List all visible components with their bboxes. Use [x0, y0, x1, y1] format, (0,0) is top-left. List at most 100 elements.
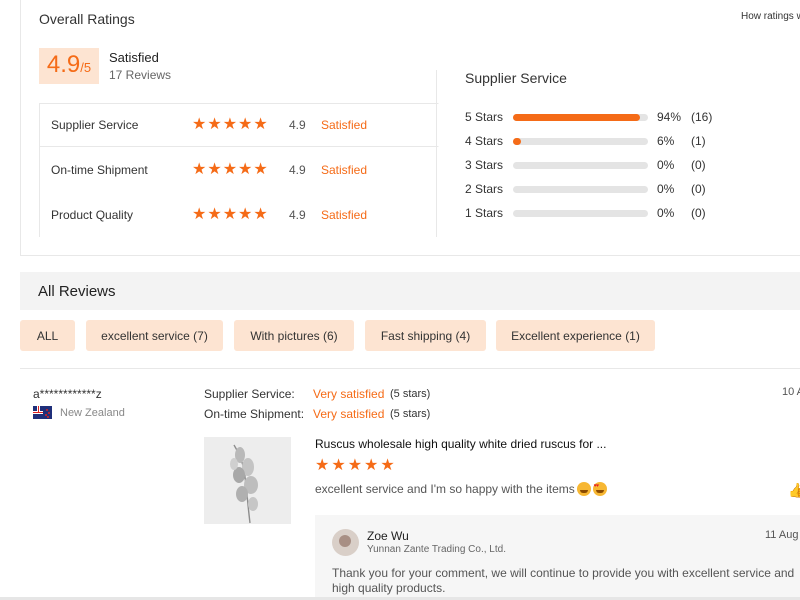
distribution-bar-track [513, 162, 648, 169]
metric-label: On-time Shipment [51, 163, 148, 177]
distribution-bar-track [513, 210, 648, 217]
filter-excellent-service[interactable]: excellent service (7) [86, 320, 223, 351]
distribution-row-3: 3 Stars 0% (0) [465, 158, 745, 174]
reply-text: Thank you for your comment, we will cont… [332, 566, 795, 595]
star-icon: ★ [253, 116, 268, 133]
distribution-percent: 0% [657, 182, 675, 196]
all-reviews-header: All Reviews [20, 272, 800, 310]
product-title[interactable]: Ruscus wholesale high quality white drie… [315, 437, 606, 451]
star-icon: ★ [253, 161, 268, 178]
review-meta-label: Supplier Service: [204, 387, 295, 401]
overall-score: 4.9 [46, 51, 81, 78]
distribution-count: (0) [691, 206, 706, 220]
reply-company: Yunnan Zante Trading Co., Ltd. [367, 544, 506, 555]
filter-excellent-experience[interactable]: Excellent experience (1) [496, 320, 655, 351]
distribution-title: Supplier Service [465, 70, 567, 86]
metric-stars: ★ ★ ★ ★ ★ [192, 117, 268, 133]
distribution-count: (0) [691, 182, 706, 196]
metric-status: Satisfied [321, 208, 368, 222]
thumbs-up-icon[interactable]: 👍 [788, 482, 800, 499]
review-meta-stars: (5 stars) [390, 408, 431, 420]
metric-row-product-quality[interactable]: Product Quality ★ ★ ★ ★ ★ 4.9 Satisfied [40, 193, 439, 237]
filter-all[interactable]: ALL [20, 320, 75, 351]
star-icon: ★ [238, 206, 253, 223]
rating-metrics: Supplier Service ★ ★ ★ ★ ★ 4.9 Satisfied On-… [39, 103, 439, 237]
review-meta-value: Very satisfied [313, 387, 385, 401]
reviewer-name: a************z [33, 387, 102, 401]
star-icon: ★ [253, 206, 268, 223]
product-thumbnail[interactable] [204, 437, 291, 524]
star-icon: ★ [222, 161, 238, 178]
review-date: 10 A [782, 386, 800, 398]
how-ratings-link[interactable]: How ratings w [741, 11, 800, 22]
overall-ratings-card: Overall Ratings How ratings w 4.9/5 Sati… [20, 0, 800, 256]
heart-eyes-face-icon [592, 482, 607, 496]
metric-value: 4.9 [289, 118, 306, 132]
distribution-label: 5 Stars [465, 110, 504, 124]
country-name: New Zealand [60, 406, 125, 419]
star-icon: ★ [331, 457, 346, 474]
star-icon: ★ [380, 457, 395, 474]
distribution-label: 2 Stars [465, 182, 504, 196]
metric-row-supplier-service[interactable]: Supplier Service ★ ★ ★ ★ ★ 4.9 Satisfied [40, 103, 439, 147]
overall-satisfaction-label: Satisfied [109, 50, 159, 65]
distribution-bar-fill [513, 138, 522, 145]
review-meta-value: Very satisfied [313, 407, 385, 421]
overall-score-badge: 4.9/5 [39, 48, 99, 84]
panel-divider [436, 70, 437, 237]
new-zealand-flag-icon [33, 406, 52, 419]
metric-label: Supplier Service [51, 118, 139, 132]
overall-ratings-title: Overall Ratings [39, 11, 135, 27]
distribution-bar-track [513, 186, 648, 193]
distribution-count: (1) [691, 134, 706, 148]
review-meta-label: On-time Shipment: [204, 407, 305, 421]
review-meta-stars: (5 stars) [390, 388, 431, 400]
star-icon: ★ [192, 206, 207, 223]
distribution-percent: 0% [657, 158, 675, 172]
distribution-percent: 0% [657, 206, 675, 220]
metric-status: Satisfied [321, 163, 368, 177]
review-text-line: excellent service and I'm so happy with … [315, 482, 607, 496]
star-icon: ★ [238, 116, 253, 133]
review-text: excellent service and I'm so happy with … [315, 482, 575, 496]
distribution-row-5: 5 Stars 94% (16) [465, 110, 745, 126]
metric-stars: ★ ★ ★ ★ ★ [192, 162, 268, 178]
distribution-percent: 6% [657, 134, 675, 148]
star-icon: ★ [347, 457, 363, 474]
reply-name: Zoe Wu [367, 529, 409, 543]
metric-row-on-time-shipment[interactable]: On-time Shipment ★ ★ ★ ★ ★ 4.9 Satisfied [40, 148, 439, 192]
reviews-divider [20, 368, 800, 369]
star-icon: ★ [207, 206, 222, 223]
distribution-row-2: 2 Stars 0% (0) [465, 182, 745, 198]
distribution-row-4: 4 Stars 6% (1) [465, 134, 745, 150]
distribution-bar-track [513, 114, 648, 121]
avatar [332, 529, 359, 556]
star-icon: ★ [192, 116, 207, 133]
star-icon: ★ [238, 161, 253, 178]
distribution-label: 3 Stars [465, 158, 504, 172]
star-icon: ★ [207, 116, 222, 133]
smiling-face-icon [576, 482, 591, 496]
metric-status: Satisfied [321, 118, 368, 132]
reviews-count: 17 Reviews [109, 68, 172, 82]
star-icon: ★ [364, 457, 379, 474]
star-icon: ★ [207, 161, 222, 178]
star-icon: ★ [222, 206, 238, 223]
distribution-percent: 94% [657, 110, 682, 124]
reviewer-country: New Zealand [33, 406, 125, 419]
metric-label: Product Quality [51, 208, 134, 222]
distribution-count: (0) [691, 158, 706, 172]
score-denominator: /5 [80, 60, 92, 75]
metric-value: 4.9 [289, 208, 306, 222]
star-icon: ★ [222, 116, 238, 133]
all-reviews-title: All Reviews [38, 283, 116, 300]
star-icon: ★ [315, 457, 330, 474]
filter-fast-shipping[interactable]: Fast shipping (4) [365, 320, 486, 351]
distribution-bar-fill [513, 114, 640, 121]
product-rating-stars: ★ ★ ★ ★ ★ [315, 458, 395, 474]
distribution-label: 1 Stars [465, 206, 504, 220]
distribution-bar-track [513, 138, 648, 145]
reply-date: 11 Aug [765, 529, 799, 541]
supplier-reply: Zoe Wu Yunnan Zante Trading Co., Ltd. 11… [315, 515, 800, 600]
filter-with-pictures[interactable]: With pictures (6) [234, 320, 354, 351]
